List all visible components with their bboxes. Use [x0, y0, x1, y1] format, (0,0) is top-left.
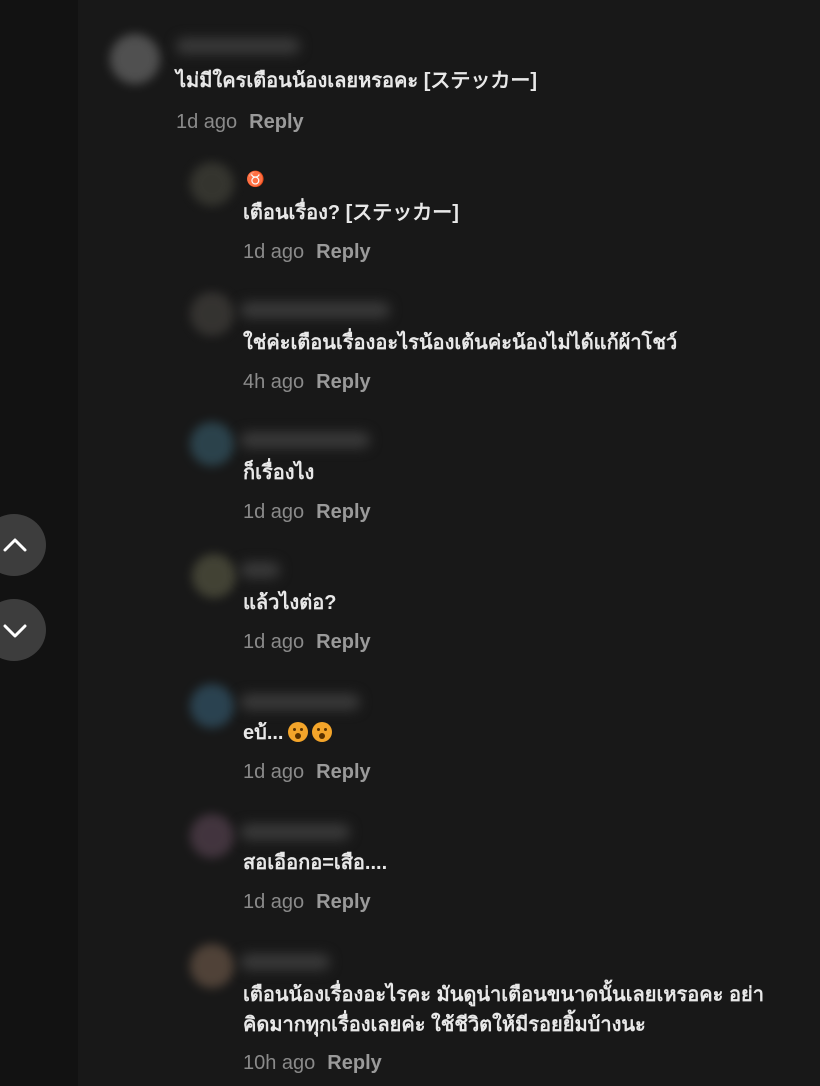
comment-meta: 1d ago Reply — [243, 630, 371, 654]
comment-text: เตือนน้องเรื่องอะไรคะ มันดูน่าเตือนขนาดน… — [243, 984, 764, 1036]
timestamp: 1d ago — [176, 111, 238, 133]
astonished-face-emoji-icon — [311, 722, 332, 742]
comment-meta: 1d ago Reply — [243, 240, 371, 264]
username-blurred[interactable] — [240, 302, 390, 318]
comment-text: ก็เรื่องไง — [243, 462, 315, 484]
timestamp: 10h ago — [243, 1052, 316, 1074]
reply-button[interactable]: Reply — [316, 761, 370, 783]
avatar[interactable] — [190, 814, 234, 858]
comment-meta: 4h ago Reply — [243, 370, 371, 394]
avatar[interactable] — [110, 34, 160, 84]
comment-text-content: eบ้... — [243, 722, 284, 744]
comment-meta: 10h ago Reply — [243, 1051, 382, 1075]
avatar[interactable] — [190, 162, 234, 206]
comment-text: สอเอือกอ=เสือ.... — [243, 852, 388, 874]
comments-view: ไม่มีใครเตือนน้องเลยหรอคะ [ステッカー] 1d ago… — [0, 0, 820, 1086]
reply-button[interactable]: Reply — [249, 111, 303, 133]
timestamp: 1d ago — [243, 761, 305, 783]
previous-video-button[interactable] — [0, 514, 46, 576]
avatar[interactable] — [192, 554, 236, 598]
user-badge: ♉ — [246, 171, 265, 188]
reply-button[interactable]: Reply — [327, 1052, 381, 1074]
timestamp: 1d ago — [243, 891, 305, 913]
comment-thread-panel — [78, 0, 820, 1086]
next-video-button[interactable] — [0, 599, 46, 661]
username-blurred[interactable] — [240, 694, 360, 710]
username-blurred[interactable] — [240, 954, 330, 970]
reply-button[interactable]: Reply — [316, 891, 370, 913]
comment-text: แล้วไงต่อ? — [243, 592, 337, 614]
avatar[interactable] — [190, 944, 234, 988]
reply-button[interactable]: Reply — [316, 501, 370, 523]
username-blurred[interactable] — [240, 824, 350, 840]
timestamp: 4h ago — [243, 371, 305, 393]
reply-button[interactable]: Reply — [316, 631, 370, 653]
username-blurred[interactable] — [240, 432, 370, 448]
comment-meta: 1d ago Reply — [243, 890, 371, 914]
comment-meta: 1d ago Reply — [243, 760, 371, 784]
timestamp: 1d ago — [243, 241, 305, 263]
comment-text: ใช่ค่ะเตือนเรื่องอะไรน้องเต้นค่ะน้องไม่ไ… — [243, 332, 678, 354]
reply-button[interactable]: Reply — [316, 241, 370, 263]
comment-text: เตือนเรื่อง? [ステッカー] — [243, 202, 459, 224]
timestamp: 1d ago — [243, 631, 305, 653]
chevron-up-icon — [3, 538, 27, 552]
avatar[interactable] — [190, 684, 234, 728]
comment-text: ไม่มีใครเตือนน้องเลยหรอคะ [ステッカー] — [176, 70, 538, 92]
timestamp: 1d ago — [243, 501, 305, 523]
comment-text: eบ้... — [243, 718, 332, 748]
reply-button[interactable]: Reply — [316, 371, 370, 393]
comment-meta: 1d ago Reply — [176, 110, 304, 134]
comment-meta: 1d ago Reply — [243, 500, 371, 524]
username-blurred[interactable] — [176, 38, 300, 54]
astonished-face-emoji-icon — [287, 722, 308, 742]
username-blurred[interactable] — [240, 562, 280, 578]
chevron-down-icon — [3, 624, 27, 638]
avatar[interactable] — [190, 422, 234, 466]
avatar[interactable] — [190, 292, 234, 336]
